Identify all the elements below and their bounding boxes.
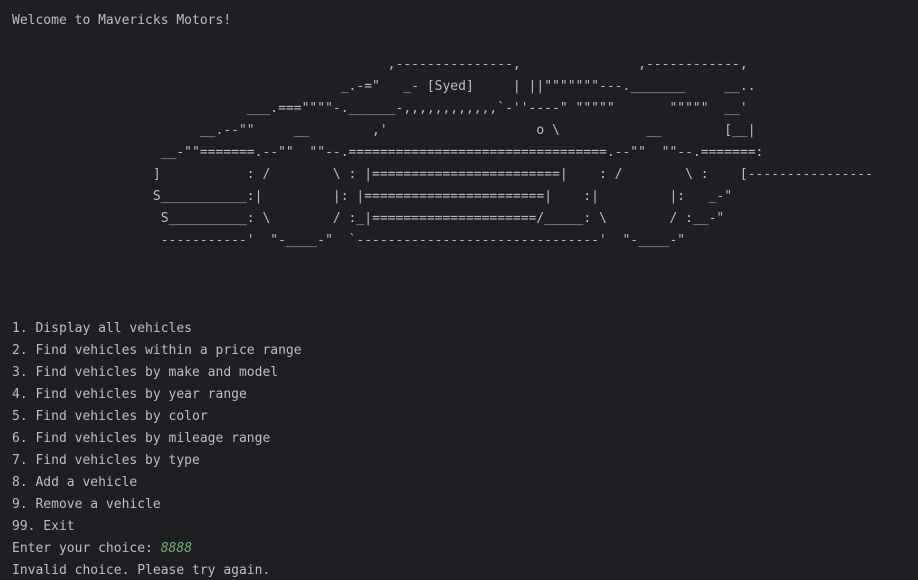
menu-item-add-vehicle: 8. Add a vehicle	[12, 475, 138, 490]
user-input-text[interactable]: 8888	[161, 541, 192, 556]
menu-item-year-range: 4. Find vehicles by year range	[12, 387, 247, 402]
error-message: Invalid choice. Please try again.	[12, 563, 271, 578]
menu-item-type: 7. Find vehicles by type	[12, 453, 200, 468]
menu-item-remove-vehicle: 9. Remove a vehicle	[12, 497, 161, 512]
menu-item-color: 5. Find vehicles by color	[12, 409, 208, 424]
car-ascii-art: ,---------------, ,------------, _.-=" _…	[152, 57, 873, 248]
menu-item-price-range: 2. Find vehicles within a price range	[12, 343, 302, 358]
choice-prompt: Enter your choice:	[12, 541, 161, 556]
menu-item-display-all: 1. Display all vehicles	[12, 321, 193, 336]
menu-item-exit: 99. Exit	[12, 519, 75, 534]
welcome-message: Welcome to Mavericks Motors!	[12, 13, 232, 28]
choice-prompt-line: Enter your choice: 8888	[12, 538, 918, 560]
console-output[interactable]: Welcome to Mavericks Motors! ,----------…	[0, 0, 918, 580]
menu-item-make-model: 3. Find vehicles by make and model	[12, 365, 279, 380]
menu-item-mileage-range: 6. Find vehicles by mileage range	[12, 431, 271, 446]
